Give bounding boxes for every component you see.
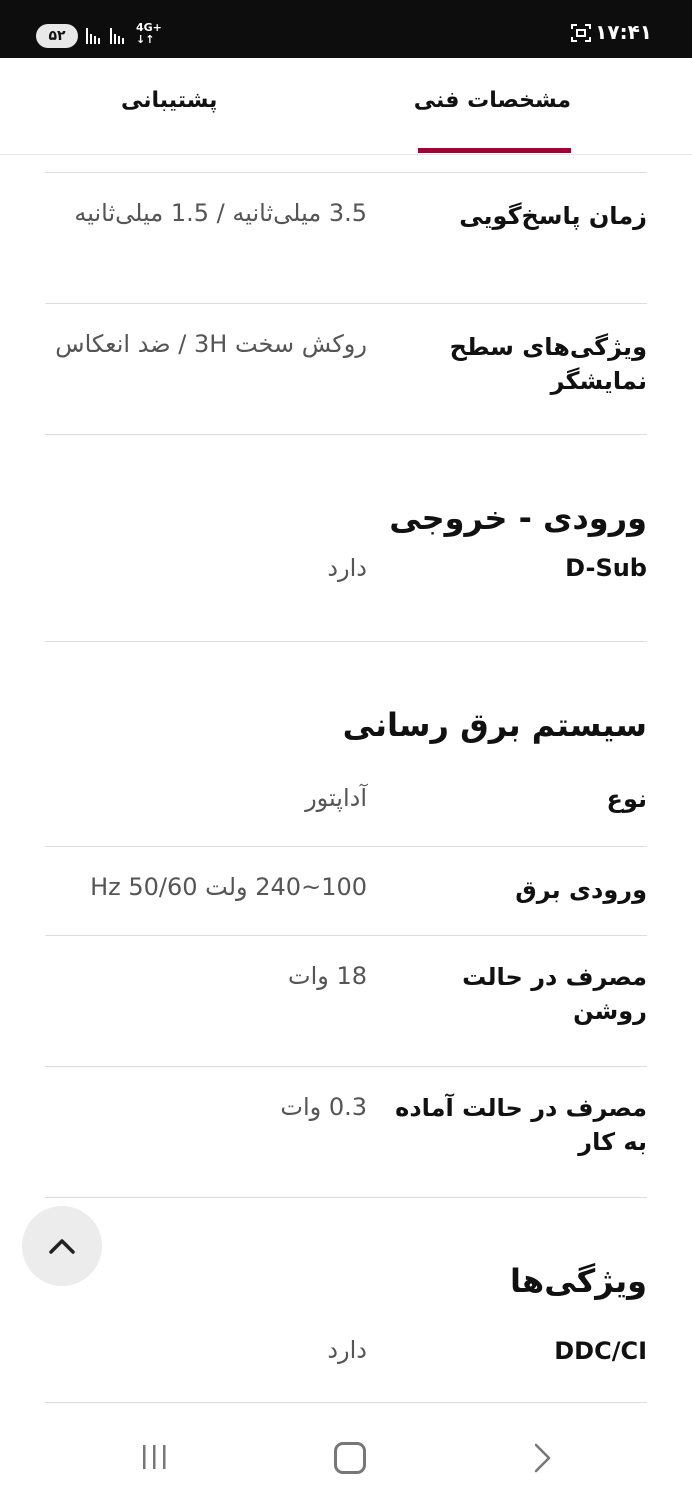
spec-row-screen-surface: ویژگی‌های سطح نمایشگر روکش سخت 3H / ضد ا… [45, 303, 647, 434]
tab-support[interactable]: پشتیبانی [121, 88, 217, 113]
spec-value: روکش سخت 3H / ضد انعکاس [55, 330, 367, 358]
section-title: ورودی - خروجی [389, 499, 647, 537]
section-power: سیستم برق رسانی [45, 641, 647, 758]
clock: ۱۷:۴۱ [595, 20, 652, 44]
screenshot-icon [571, 24, 591, 42]
scroll-to-top-button[interactable] [22, 1206, 102, 1286]
status-bar: ۵۲ 4G+ ↓↑ ۱۷:۴۱ [0, 0, 692, 58]
bottom-divider [45, 1402, 647, 1405]
spec-value: 100~240 ولت 50/60 Hz [90, 873, 367, 901]
section-title: سیستم برق رسانی [342, 706, 647, 744]
data-arrows-icon: ↓↑ [136, 33, 155, 46]
active-tab-indicator [418, 148, 571, 153]
spec-value: دارد [327, 1336, 367, 1364]
spec-value: آداپتور [305, 784, 367, 812]
spec-value: 18 وات [287, 962, 367, 990]
spec-label: ورودی برق [515, 876, 647, 904]
spec-row-power-standby: مصرف در حالت آماده به کار 0.3 وات [45, 1066, 647, 1197]
recent-apps-icon[interactable] [140, 1442, 170, 1472]
spec-row-power-on: مصرف در حالت روشن 18 وات [45, 935, 647, 1066]
section-title: ویژگی‌ها [510, 1262, 647, 1300]
section-features: ویژگی‌ها [45, 1197, 647, 1318]
spec-label: زمان پاسخ‌گویی [459, 202, 647, 230]
signal-icon [86, 28, 124, 44]
spec-label: DDC/CI [554, 1337, 647, 1365]
spec-label: D-Sub [565, 554, 647, 582]
tab-specifications[interactable]: مشخصات فنی [414, 88, 571, 113]
chevron-up-icon [49, 1239, 75, 1254]
spec-value: 3.5 میلی‌ثانیه / 1.5 میلی‌ثانیه [74, 199, 367, 227]
spec-row-dsub: D-Sub دارد [45, 551, 647, 641]
network-type: 4G+ ↓↑ [136, 22, 162, 46]
specs-content: زمان پاسخ‌گویی 3.5 میلی‌ثانیه / 1.5 میلی… [45, 172, 647, 1405]
spec-value: 0.3 وات [280, 1093, 367, 1121]
system-nav-bar [0, 1416, 692, 1500]
spec-row-ddcci: DDC/CI دارد [45, 1318, 647, 1402]
spec-label: مصرف در حالت روشن [462, 963, 647, 1025]
tab-bar: مشخصات فنی پشتیبانی [0, 58, 692, 155]
battery-indicator: ۵۲ [36, 24, 78, 48]
back-icon[interactable] [530, 1442, 554, 1474]
spec-label: ویژگی‌های سطح نمایشگر [449, 333, 647, 395]
spec-row-power-input: ورودی برق 100~240 ولت 50/60 Hz [45, 846, 647, 935]
spec-row-power-type: نوع آداپتور [45, 758, 647, 846]
home-icon[interactable] [334, 1442, 366, 1474]
spec-label: نوع [606, 785, 647, 813]
spec-row-response-time: زمان پاسخ‌گویی 3.5 میلی‌ثانیه / 1.5 میلی… [45, 172, 647, 303]
section-io: ورودی - خروجی [45, 434, 647, 551]
spec-value: دارد [327, 554, 367, 582]
spec-label: مصرف در حالت آماده به کار [395, 1094, 647, 1156]
